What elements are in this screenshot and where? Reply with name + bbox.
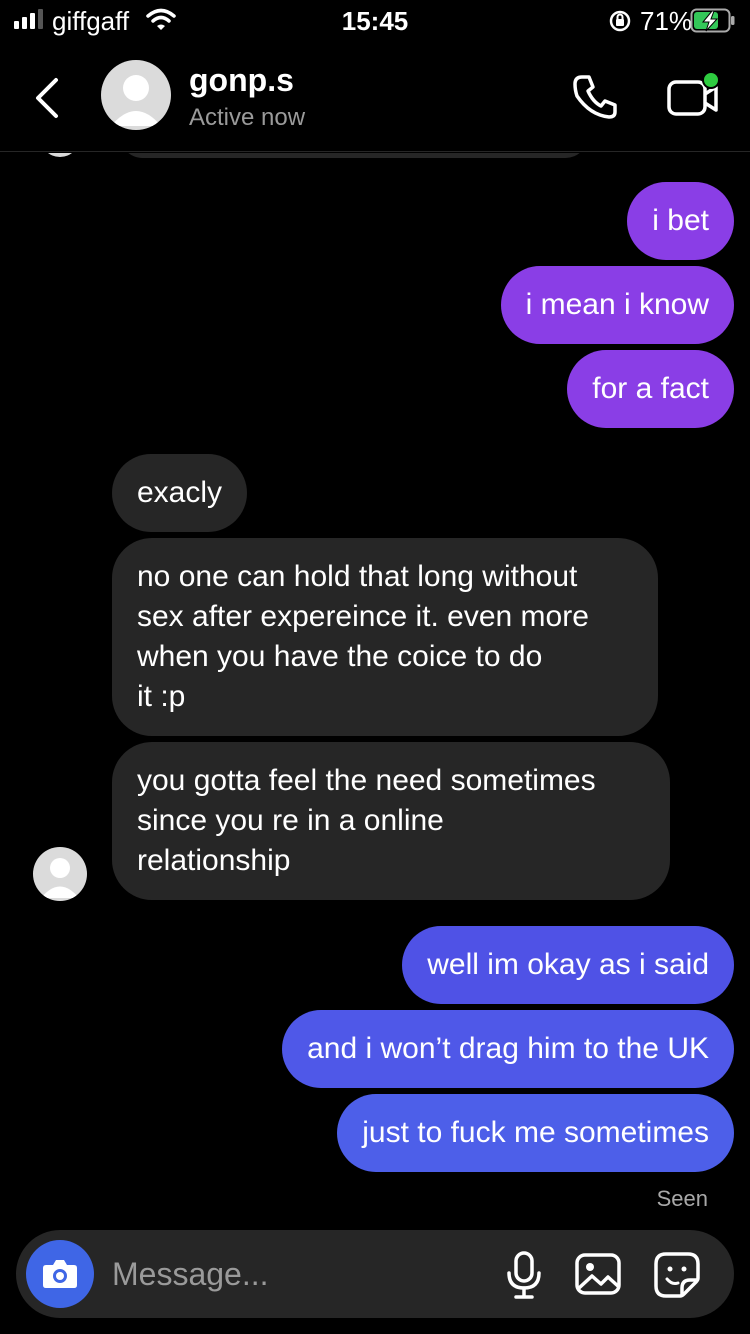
message-line: sex after expereince it. even more <box>137 600 589 633</box>
message-text: i mean i know <box>525 288 709 321</box>
message-text: well im okay as i said <box>427 948 709 981</box>
phone-icon[interactable] <box>568 70 622 124</box>
message-bubble-partial[interactable] <box>120 153 588 158</box>
sender-avatar[interactable] <box>33 847 87 901</box>
message-text: for a fact <box>592 372 709 405</box>
message-line: when you have the coice to do <box>137 640 543 673</box>
battery-percent: 71% <box>640 6 693 36</box>
message-bubble-incoming[interactable]: no one can hold that long without sex af… <box>112 538 658 736</box>
status-time: 15:45 <box>341 6 409 36</box>
video-camera-icon[interactable] <box>664 70 724 124</box>
message-bubble-incoming[interactable]: you gotta feel the need sometimes since … <box>112 742 670 900</box>
presence-status: Active now <box>189 104 306 131</box>
message-text: and i won’t drag him to the UK <box>307 1032 709 1065</box>
message-line: you gotta feel the need sometimes <box>137 764 596 797</box>
message-input[interactable] <box>112 1230 482 1318</box>
message-text: exacly <box>137 476 223 509</box>
message-bubble-outgoing[interactable]: for a fact <box>567 350 734 428</box>
status-bar: giffgaff 15:45 71% <box>0 0 750 44</box>
message-line: relationship <box>137 844 291 877</box>
message-bubble-outgoing[interactable]: just to fuck me sometimes <box>337 1094 734 1172</box>
message-thread[interactable]: i bet i mean i know for a fact exacly no… <box>0 153 750 1225</box>
sender-avatar <box>40 153 80 157</box>
message-bubble-outgoing[interactable]: i bet <box>627 182 734 260</box>
camera-icon <box>43 1260 77 1288</box>
contact-avatar[interactable] <box>101 60 171 130</box>
battery-charging-icon <box>690 8 735 33</box>
chat-header: gonp.s Active now <box>0 48 750 152</box>
default-avatar-icon <box>41 858 79 898</box>
message-bubble-incoming[interactable]: exacly <box>112 454 248 532</box>
default-avatar-icon <box>111 75 161 126</box>
camera-button[interactable] <box>26 1240 94 1308</box>
chevron-left-icon[interactable] <box>30 74 66 122</box>
seen-indicator: Seen <box>656 1186 708 1211</box>
sticker-icon[interactable] <box>652 1250 702 1300</box>
message-text: just to fuck me sometimes <box>362 1116 709 1149</box>
microphone-icon[interactable] <box>504 1250 544 1300</box>
message-composer <box>16 1230 734 1318</box>
message-line: since you re in a online <box>137 804 444 837</box>
message-text: i bet <box>652 204 709 237</box>
message-line: no one can hold that long without <box>137 560 578 593</box>
message-line: it :p <box>137 680 186 713</box>
message-bubble-outgoing[interactable]: well im okay as i said <box>402 926 734 1004</box>
image-icon[interactable] <box>574 1250 622 1298</box>
contact-username[interactable]: gonp.s <box>189 62 294 99</box>
message-bubble-outgoing[interactable]: i mean i know <box>500 266 734 344</box>
message-bubble-outgoing[interactable]: and i won’t drag him to the UK <box>282 1010 734 1088</box>
orientation-lock-icon <box>609 10 631 32</box>
